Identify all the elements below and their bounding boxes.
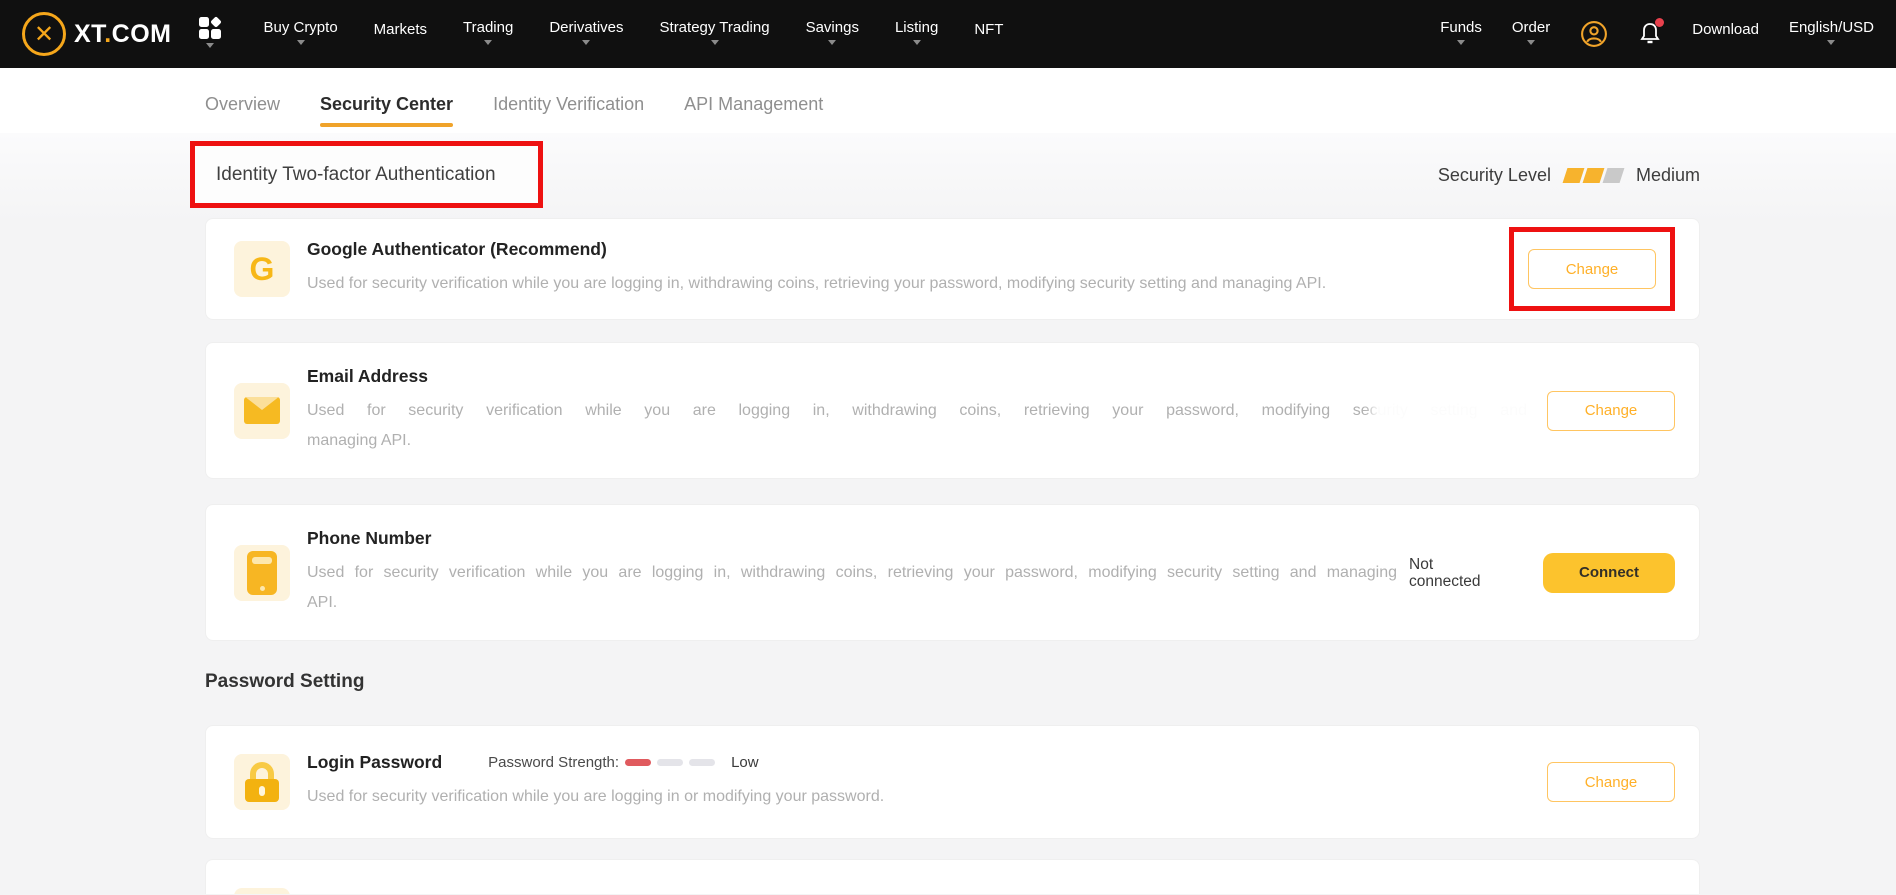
nav-item-savings[interactable]: Savings [806,19,859,49]
email-envelope-icon [234,383,290,439]
nav-item-strategy-trading[interactable]: Strategy Trading [660,19,770,49]
phone-connect-button[interactable]: Connect [1543,553,1675,593]
chevron-down-icon [297,40,305,49]
email-title: Email Address [307,366,1527,387]
tab-api-management[interactable]: API Management [684,74,823,134]
tab-security-center[interactable]: Security Center [320,74,453,134]
phone-title: Phone Number [307,528,1397,549]
security-level: Security Level Medium [1438,165,1700,186]
login-password-desc: Used for security verification while you… [307,782,1527,812]
google-auth-change-button[interactable]: Change [1528,249,1656,289]
password-strength-label: Password Strength: [488,754,619,771]
phone-desc-line1: Used for security verification while you… [307,558,1397,588]
chevron-down-icon [206,43,214,52]
twofa-section-head: Identity Two-factor Authentication Secur… [205,133,1700,218]
password-setting-heading: Password Setting [205,671,1700,693]
security-level-label: Security Level [1438,165,1551,186]
chevron-down-icon [711,40,719,49]
strength-bar-2 [657,759,683,766]
nav-item-funds[interactable]: Funds [1440,19,1482,49]
card-login-password: Login Password Password Strength: Low Us… [205,725,1700,839]
nav-item-trading[interactable]: Trading [463,19,513,49]
card-phone-number: Phone Number Used for security verificat… [205,504,1700,641]
nav-item-download[interactable]: Download [1692,21,1759,47]
nav-item-buy-crypto[interactable]: Buy Crypto [263,19,337,49]
chevron-down-icon [1457,40,1465,49]
twofa-heading: Identity Two-factor Authentication [216,164,496,186]
login-password-title: Login Password [307,752,442,773]
top-navigation: ✕ XT.COM Buy Crypto Markets Trading Deri… [0,0,1896,68]
tab-identity-verification[interactable]: Identity Verification [493,74,644,134]
card-email-address: Email Address Used for security verifica… [205,342,1700,479]
nav-item-listing[interactable]: Listing [895,19,938,49]
apps-grid-icon[interactable] [199,17,221,52]
main-menu: Buy Crypto Markets Trading Derivatives S… [263,19,1003,49]
xt-logo-text: XT.COM [74,20,171,49]
partial-card-icon [234,888,290,894]
chevron-down-icon [1527,40,1535,49]
card-partial-next [205,859,1700,894]
nav-item-derivatives[interactable]: Derivatives [549,19,623,49]
chevron-down-icon [484,40,492,49]
xt-logo[interactable]: ✕ XT.COM [22,12,171,56]
annotation-red-box-change: Change [1509,227,1675,311]
google-auth-desc: Used for security verification while you… [307,269,1489,299]
nav-item-language-currency[interactable]: English/USD [1789,19,1874,49]
chevron-down-icon [828,40,836,49]
account-tabbar: Overview Security Center Identity Verifi… [0,68,1896,133]
apps-grid-glyph [199,17,221,39]
password-strength-value: Low [731,754,759,771]
notification-dot [1655,18,1664,27]
strength-bar-1 [625,759,651,766]
phone-status: Not connected [1409,556,1497,590]
user-avatar-icon[interactable] [1580,20,1608,48]
chevron-down-icon [1827,40,1835,49]
chevron-down-icon [913,40,921,49]
security-level-bars [1563,168,1625,183]
nav-item-nft[interactable]: NFT [974,21,1003,47]
password-strength: Password Strength: Low [488,754,758,771]
security-level-value: Medium [1636,165,1700,186]
nav-item-order[interactable]: Order [1512,19,1550,49]
strength-bar-3 [689,759,715,766]
annotation-red-box-heading: Identity Two-factor Authentication [190,141,543,208]
google-auth-title: Google Authenticator (Recommend) [307,239,1489,260]
email-change-button[interactable]: Change [1547,391,1675,431]
security-center-content: Identity Two-factor Authentication Secur… [0,133,1896,895]
google-authenticator-icon: G [234,241,290,297]
notification-bell-icon[interactable] [1638,21,1662,47]
smartphone-icon [234,545,290,601]
email-desc-line1: Used for security verification while you… [307,396,1527,426]
phone-desc-line2: API. [307,588,1397,618]
card-google-authenticator: G Google Authenticator (Recommend) Used … [205,218,1700,320]
padlock-icon [234,754,290,810]
nav-item-markets[interactable]: Markets [374,21,427,47]
chevron-down-icon [582,40,590,49]
xt-logo-icon: ✕ [22,12,66,56]
nav-right-group: Funds Order Download English/USD [1440,19,1874,49]
email-desc-line2: managing API. [307,426,1527,456]
login-password-change-button[interactable]: Change [1547,762,1675,802]
redacted-email-value [1379,400,1531,430]
tab-overview[interactable]: Overview [205,74,280,134]
